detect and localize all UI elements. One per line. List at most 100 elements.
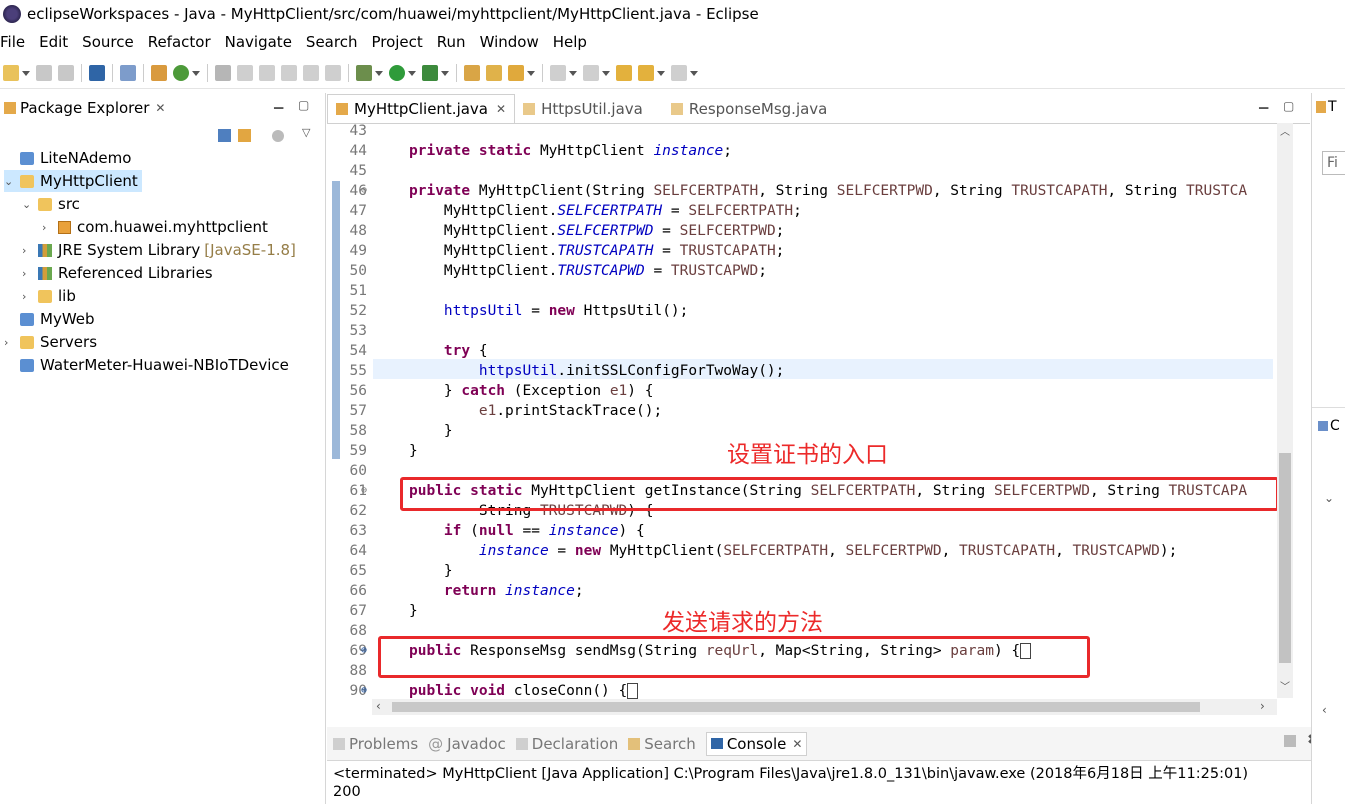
open-type-icon[interactable] xyxy=(151,65,167,81)
tab-problems[interactable]: Problems xyxy=(333,735,418,753)
package-explorer-title[interactable]: Package Explorer xyxy=(20,99,149,117)
menu-window[interactable]: Window xyxy=(480,33,539,51)
tab-httpsutil[interactable]: HttpsUtil.java xyxy=(515,95,651,123)
chevron-down-icon[interactable] xyxy=(441,70,449,76)
whitespace-icon[interactable] xyxy=(325,65,341,81)
tab-task-list[interactable]: T xyxy=(1328,99,1337,115)
close-icon[interactable]: ✕ xyxy=(792,737,802,751)
chevron-down-icon[interactable] xyxy=(22,70,30,76)
chevron-right-icon[interactable]: › xyxy=(22,267,32,280)
focus-icon[interactable] xyxy=(272,130,284,142)
chevron-down-icon[interactable] xyxy=(408,70,416,76)
save-icon[interactable] xyxy=(36,65,52,81)
open-folder-icon[interactable] xyxy=(464,65,480,81)
menu-edit[interactable]: Edit xyxy=(39,33,68,51)
chevron-down-icon[interactable] xyxy=(690,70,698,76)
fold-expand-icon[interactable]: ⊕ xyxy=(361,645,367,656)
tree-item-src[interactable]: ⌄ src xyxy=(22,193,80,215)
run-icon[interactable] xyxy=(389,65,405,81)
forward-icon[interactable] xyxy=(671,65,687,81)
fold-expand-icon[interactable]: ⊕ xyxy=(361,685,367,696)
chevron-down-icon[interactable] xyxy=(569,70,577,76)
maximize-icon[interactable]: ▢ xyxy=(298,98,309,112)
save-all-icon[interactable] xyxy=(58,65,74,81)
pen-icon[interactable] xyxy=(237,65,253,81)
link-with-editor-icon[interactable] xyxy=(238,129,251,142)
chevron-right-icon[interactable]: › xyxy=(4,336,14,349)
chevron-right-icon[interactable]: › xyxy=(42,221,52,234)
scrollbar-thumb[interactable] xyxy=(392,702,1200,712)
scroll-down-icon[interactable]: ﹀ xyxy=(1280,678,1290,693)
view-menu-icon[interactable]: ▽ xyxy=(302,126,310,139)
close-icon[interactable]: ✕ xyxy=(155,101,165,115)
back-icon[interactable] xyxy=(638,65,654,81)
maximize-icon[interactable]: ▢ xyxy=(1283,99,1294,113)
tree-item-jre[interactable]: › JRE System Library [JavaSE-1.8] xyxy=(22,239,296,261)
external-tools-icon[interactable] xyxy=(422,65,438,81)
menu-run[interactable]: Run xyxy=(437,33,466,51)
chevron-right-icon[interactable]: › xyxy=(22,244,32,257)
skip-breakpoints-icon[interactable] xyxy=(120,65,136,81)
collapse-all-icon[interactable] xyxy=(218,129,231,142)
tab-outline[interactable]: C xyxy=(1330,418,1340,434)
minimize-icon[interactable]: ▁ xyxy=(1259,95,1268,109)
previous-annotation-icon[interactable] xyxy=(583,65,599,81)
terminate-icon[interactable] xyxy=(1284,735,1296,747)
tree-item-myhttpclient[interactable]: ⌄ MyHttpClient xyxy=(4,170,142,192)
find-input[interactable]: Fi xyxy=(1322,151,1345,175)
word-wrap-icon[interactable] xyxy=(303,65,319,81)
block-select-icon[interactable] xyxy=(281,65,297,81)
menu-source[interactable]: Source xyxy=(82,33,134,51)
debug-icon[interactable] xyxy=(356,65,372,81)
menu-navigate[interactable]: Navigate xyxy=(225,33,292,51)
scroll-right-icon[interactable]: › xyxy=(1260,699,1265,713)
tree-item-myweb[interactable]: MyWeb xyxy=(20,308,95,330)
tab-myhttpclient[interactable]: MyHttpClient.java ✕ xyxy=(327,94,516,123)
tab-declaration[interactable]: Declaration xyxy=(515,735,618,753)
horizontal-scrollbar[interactable]: ‹ › xyxy=(372,699,1277,715)
tab-javadoc[interactable]: @ Javadoc xyxy=(428,735,506,753)
tab-console[interactable]: Console ✕ xyxy=(705,731,808,756)
new-class-icon[interactable] xyxy=(173,65,189,81)
fold-collapse-icon[interactable]: ⊖ xyxy=(361,485,367,496)
menu-refactor[interactable]: Refactor xyxy=(148,33,211,51)
chevron-down-icon[interactable] xyxy=(192,70,200,76)
mark-occurrences-icon[interactable] xyxy=(259,65,275,81)
tree-item-litenademo[interactable]: LiteNAdemo xyxy=(20,147,131,169)
scroll-left-icon[interactable]: ‹ xyxy=(376,699,381,713)
tree-item-watermeter[interactable]: WaterMeter-Huawei-NBIoTDevice xyxy=(20,354,289,376)
menu-project[interactable]: Project xyxy=(371,33,422,51)
chevron-down-icon[interactable] xyxy=(657,70,665,76)
open-project-icon[interactable] xyxy=(486,65,502,81)
minimize-icon[interactable]: ▁ xyxy=(274,95,283,109)
fold-collapse-icon[interactable]: ⊖ xyxy=(361,185,367,196)
tree-item-lib[interactable]: › lib xyxy=(22,285,76,307)
last-edit-icon[interactable] xyxy=(616,65,632,81)
tree-item-referenced-libraries[interactable]: › Referenced Libraries xyxy=(22,262,213,284)
tab-search[interactable]: Search xyxy=(628,735,696,753)
scroll-left-icon[interactable]: ‹ xyxy=(1322,703,1327,717)
console-icon[interactable] xyxy=(89,65,105,81)
chevron-down-icon[interactable] xyxy=(527,70,535,76)
menu-help[interactable]: Help xyxy=(553,33,587,51)
vertical-scrollbar[interactable]: ︿ ﹀ xyxy=(1277,123,1293,698)
chevron-down-icon[interactable]: ⌄ xyxy=(1324,491,1334,505)
tab-responsemsg[interactable]: ResponseMsg.java xyxy=(663,95,836,123)
chevron-down-icon[interactable]: ⌄ xyxy=(22,198,32,211)
chevron-down-icon[interactable] xyxy=(602,70,610,76)
chevron-right-icon[interactable]: › xyxy=(22,290,32,303)
new-icon[interactable] xyxy=(3,65,19,81)
chevron-down-icon[interactable]: ⌄ xyxy=(4,175,14,188)
scroll-up-icon[interactable]: ︿ xyxy=(1280,123,1290,138)
tree-item-package[interactable]: › com.huawei.myhttpclient xyxy=(42,216,268,238)
search-icon[interactable] xyxy=(508,65,524,81)
menu-search[interactable]: Search xyxy=(306,33,358,51)
annotation-icon[interactable] xyxy=(215,65,231,81)
next-annotation-icon[interactable] xyxy=(550,65,566,81)
menu-file[interactable]: File xyxy=(0,33,25,51)
chevron-down-icon[interactable] xyxy=(375,70,383,76)
scrollbar-thumb[interactable] xyxy=(1279,453,1291,663)
tree-item-servers[interactable]: › Servers xyxy=(4,331,97,353)
code-area[interactable]: 43 44 45 46 47 48 49 50 51 52 53 54 55 5… xyxy=(327,123,1310,699)
close-icon[interactable]: ✕ xyxy=(496,102,506,116)
